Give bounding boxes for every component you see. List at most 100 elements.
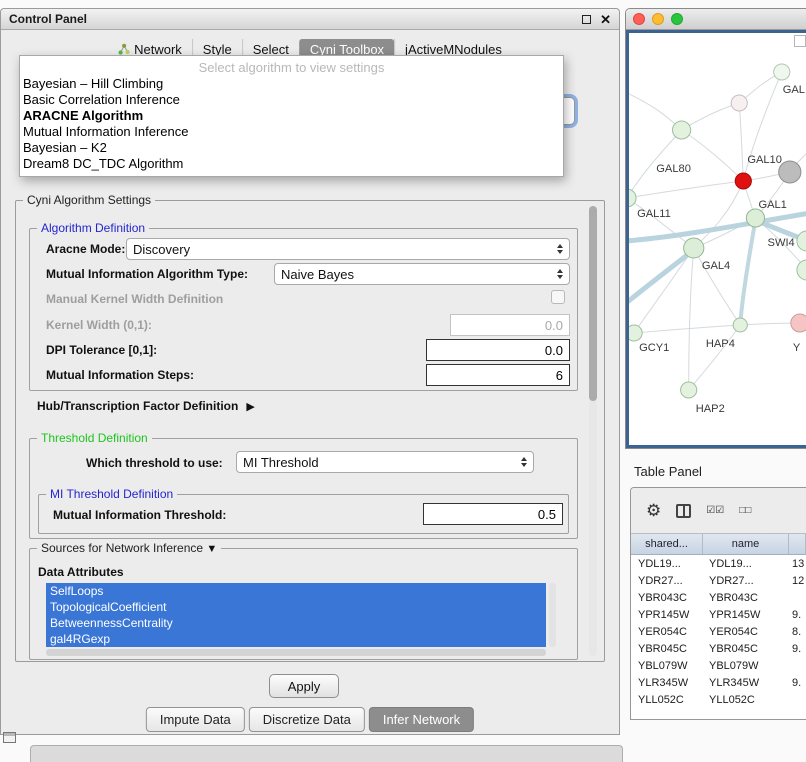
- table-row[interactable]: YLL052C YLL052C: [631, 691, 806, 708]
- network-window-titlebar[interactable]: [626, 9, 806, 30]
- cell: YBR043C: [703, 592, 789, 604]
- cell: YDR27...: [631, 575, 703, 587]
- algorithm-dropdown-popup: Select algorithm to view settings Bayesi…: [19, 55, 564, 177]
- dropdown-item[interactable]: Bayesian – K2: [20, 140, 563, 156]
- hub-tf-definition-section[interactable]: Hub/Transcription Factor Definition ▶: [37, 399, 255, 413]
- cell: 12: [789, 575, 806, 587]
- float-window-icon[interactable]: [582, 15, 591, 24]
- which-threshold-combobox[interactable]: MI Threshold: [236, 451, 534, 473]
- cell: 9.: [789, 677, 806, 689]
- network-node[interactable]: [629, 189, 636, 207]
- table-row[interactable]: YDR27... YDR27... 12: [631, 572, 806, 589]
- group-title: Cyni Algorithm Settings: [23, 193, 155, 207]
- table-row[interactable]: YBL079W YBL079W: [631, 657, 806, 674]
- network-edge: [694, 181, 744, 248]
- manual-kernel-label: Manual Kernel Width Definition: [46, 292, 223, 306]
- close-button[interactable]: [633, 13, 645, 25]
- network-node-hap2[interactable]: [681, 382, 697, 398]
- mi-steps-field[interactable]: [426, 364, 570, 386]
- cell: 8.: [789, 626, 806, 638]
- network-edge: [740, 220, 755, 323]
- table-row[interactable]: YLR345W YLR345W 9.: [631, 674, 806, 691]
- network-node[interactable]: [774, 64, 790, 80]
- table-row[interactable]: YER054C YER054C 8.: [631, 623, 806, 640]
- aracne-mode-combobox[interactable]: Discovery: [126, 238, 570, 260]
- collapsed-panel-icon[interactable]: [3, 732, 16, 743]
- table-row[interactable]: YPR145W YPR145W 9.: [631, 606, 806, 623]
- network-node[interactable]: [779, 161, 801, 183]
- control-panel-titlebar[interactable]: Control Panel ✕: [1, 9, 619, 30]
- tab-infer-network[interactable]: Infer Network: [369, 707, 474, 732]
- network-edge: [629, 250, 694, 304]
- canvas-corner-button[interactable]: [794, 35, 806, 47]
- deselect-all-icon[interactable]: □□: [739, 505, 751, 516]
- table-panel-title: Table Panel: [634, 464, 702, 479]
- dpi-tolerance-label: DPI Tolerance [0,1]:: [46, 343, 157, 357]
- column-header-extra[interactable]: [789, 534, 806, 554]
- apply-button[interactable]: Apply: [269, 674, 339, 698]
- table-row[interactable]: YBR045C YBR045C 9.: [631, 640, 806, 657]
- network-node-hap4[interactable]: [733, 318, 747, 332]
- kernel-width-field[interactable]: [450, 314, 570, 336]
- cell: YBR045C: [703, 643, 789, 655]
- network-node-gcy1[interactable]: [629, 325, 642, 341]
- table-row[interactable]: YBR043C YBR043C: [631, 589, 806, 606]
- dropdown-item-selected[interactable]: ARACNE Algorithm: [20, 108, 563, 124]
- dropdown-item[interactable]: Bayesian – Hill Climbing: [20, 76, 563, 92]
- zoom-button[interactable]: [671, 13, 683, 25]
- mi-type-combobox[interactable]: Naive Bayes: [274, 263, 570, 285]
- column-header-name[interactable]: name: [703, 534, 789, 554]
- network-view-window: GAL80 GAL10 GAL11 GAL1 SWI4 GAL4 GCY1 HA…: [625, 8, 806, 449]
- settings-scrollbar-thumb[interactable]: [589, 206, 597, 401]
- hub-tf-label: Hub/Transcription Factor Definition: [37, 399, 238, 413]
- network-node[interactable]: [791, 314, 806, 332]
- disclosure-collapsed-icon[interactable]: ▶: [246, 400, 254, 413]
- network-node[interactable]: [797, 260, 806, 280]
- cell: YBL079W: [631, 660, 703, 672]
- disclosure-expanded-icon[interactable]: ▼: [206, 543, 217, 555]
- columns-icon[interactable]: [676, 504, 691, 518]
- network-node-gal4[interactable]: [684, 238, 704, 258]
- attribute-list-hscrollbar[interactable]: [46, 649, 546, 656]
- attribute-item-selected[interactable]: BetweennessCentrality: [46, 615, 546, 631]
- cell: YPR145W: [703, 609, 789, 621]
- threshold-definition-group: Threshold Definition Which threshold to …: [29, 438, 578, 539]
- node-label: GAL: [783, 84, 805, 96]
- network-node-gal10[interactable]: [735, 173, 751, 189]
- table-toolbar: ⚙ ☑☑ □□: [631, 488, 806, 534]
- network-edge: [739, 103, 743, 181]
- manual-kernel-checkbox[interactable]: [551, 290, 565, 304]
- cell: 9.: [789, 609, 806, 621]
- attribute-item-selected[interactable]: gal4RGexp: [46, 631, 546, 647]
- cell: YLR345W: [631, 677, 703, 689]
- node-label: HAP2: [696, 403, 725, 415]
- sources-title-row[interactable]: Sources for Network Inference ▼: [37, 541, 221, 556]
- dropdown-item[interactable]: Basic Correlation Inference: [20, 92, 563, 108]
- select-all-icon[interactable]: ☑☑: [706, 505, 724, 516]
- mi-threshold-field[interactable]: [423, 503, 563, 525]
- attribute-item-selected[interactable]: TopologicalCoefficient: [46, 599, 546, 615]
- network-node-gal1[interactable]: [746, 209, 764, 227]
- network-canvas[interactable]: GAL80 GAL10 GAL11 GAL1 SWI4 GAL4 GCY1 HA…: [626, 30, 806, 448]
- dropdown-item[interactable]: Dream8 DC_TDC Algorithm: [20, 156, 563, 172]
- close-icon[interactable]: ✕: [600, 13, 611, 26]
- network-node[interactable]: [797, 231, 806, 251]
- dropdown-item[interactable]: Mutual Information Inference: [20, 124, 563, 140]
- node-label: GCY1: [639, 342, 669, 354]
- column-header-shared[interactable]: shared...: [631, 534, 703, 554]
- cell: YBL079W: [703, 660, 789, 672]
- gear-icon[interactable]: ⚙: [646, 502, 661, 519]
- attribute-list-vscrollbar[interactable]: [549, 583, 556, 647]
- network-node[interactable]: [672, 121, 690, 139]
- tab-discretize-data[interactable]: Discretize Data: [249, 707, 365, 732]
- combobox-value: MI Threshold: [243, 455, 515, 470]
- network-edge: [629, 93, 682, 130]
- network-node[interactable]: [731, 95, 747, 111]
- dpi-tolerance-field[interactable]: [426, 339, 570, 361]
- attribute-item-selected[interactable]: SelfLoops: [46, 583, 546, 599]
- tab-impute-data[interactable]: Impute Data: [146, 707, 245, 732]
- minimize-button[interactable]: [652, 13, 664, 25]
- cell: YDR27...: [703, 575, 789, 587]
- table-row[interactable]: YDL19... YDL19... 13: [631, 555, 806, 572]
- network-edge: [634, 325, 740, 333]
